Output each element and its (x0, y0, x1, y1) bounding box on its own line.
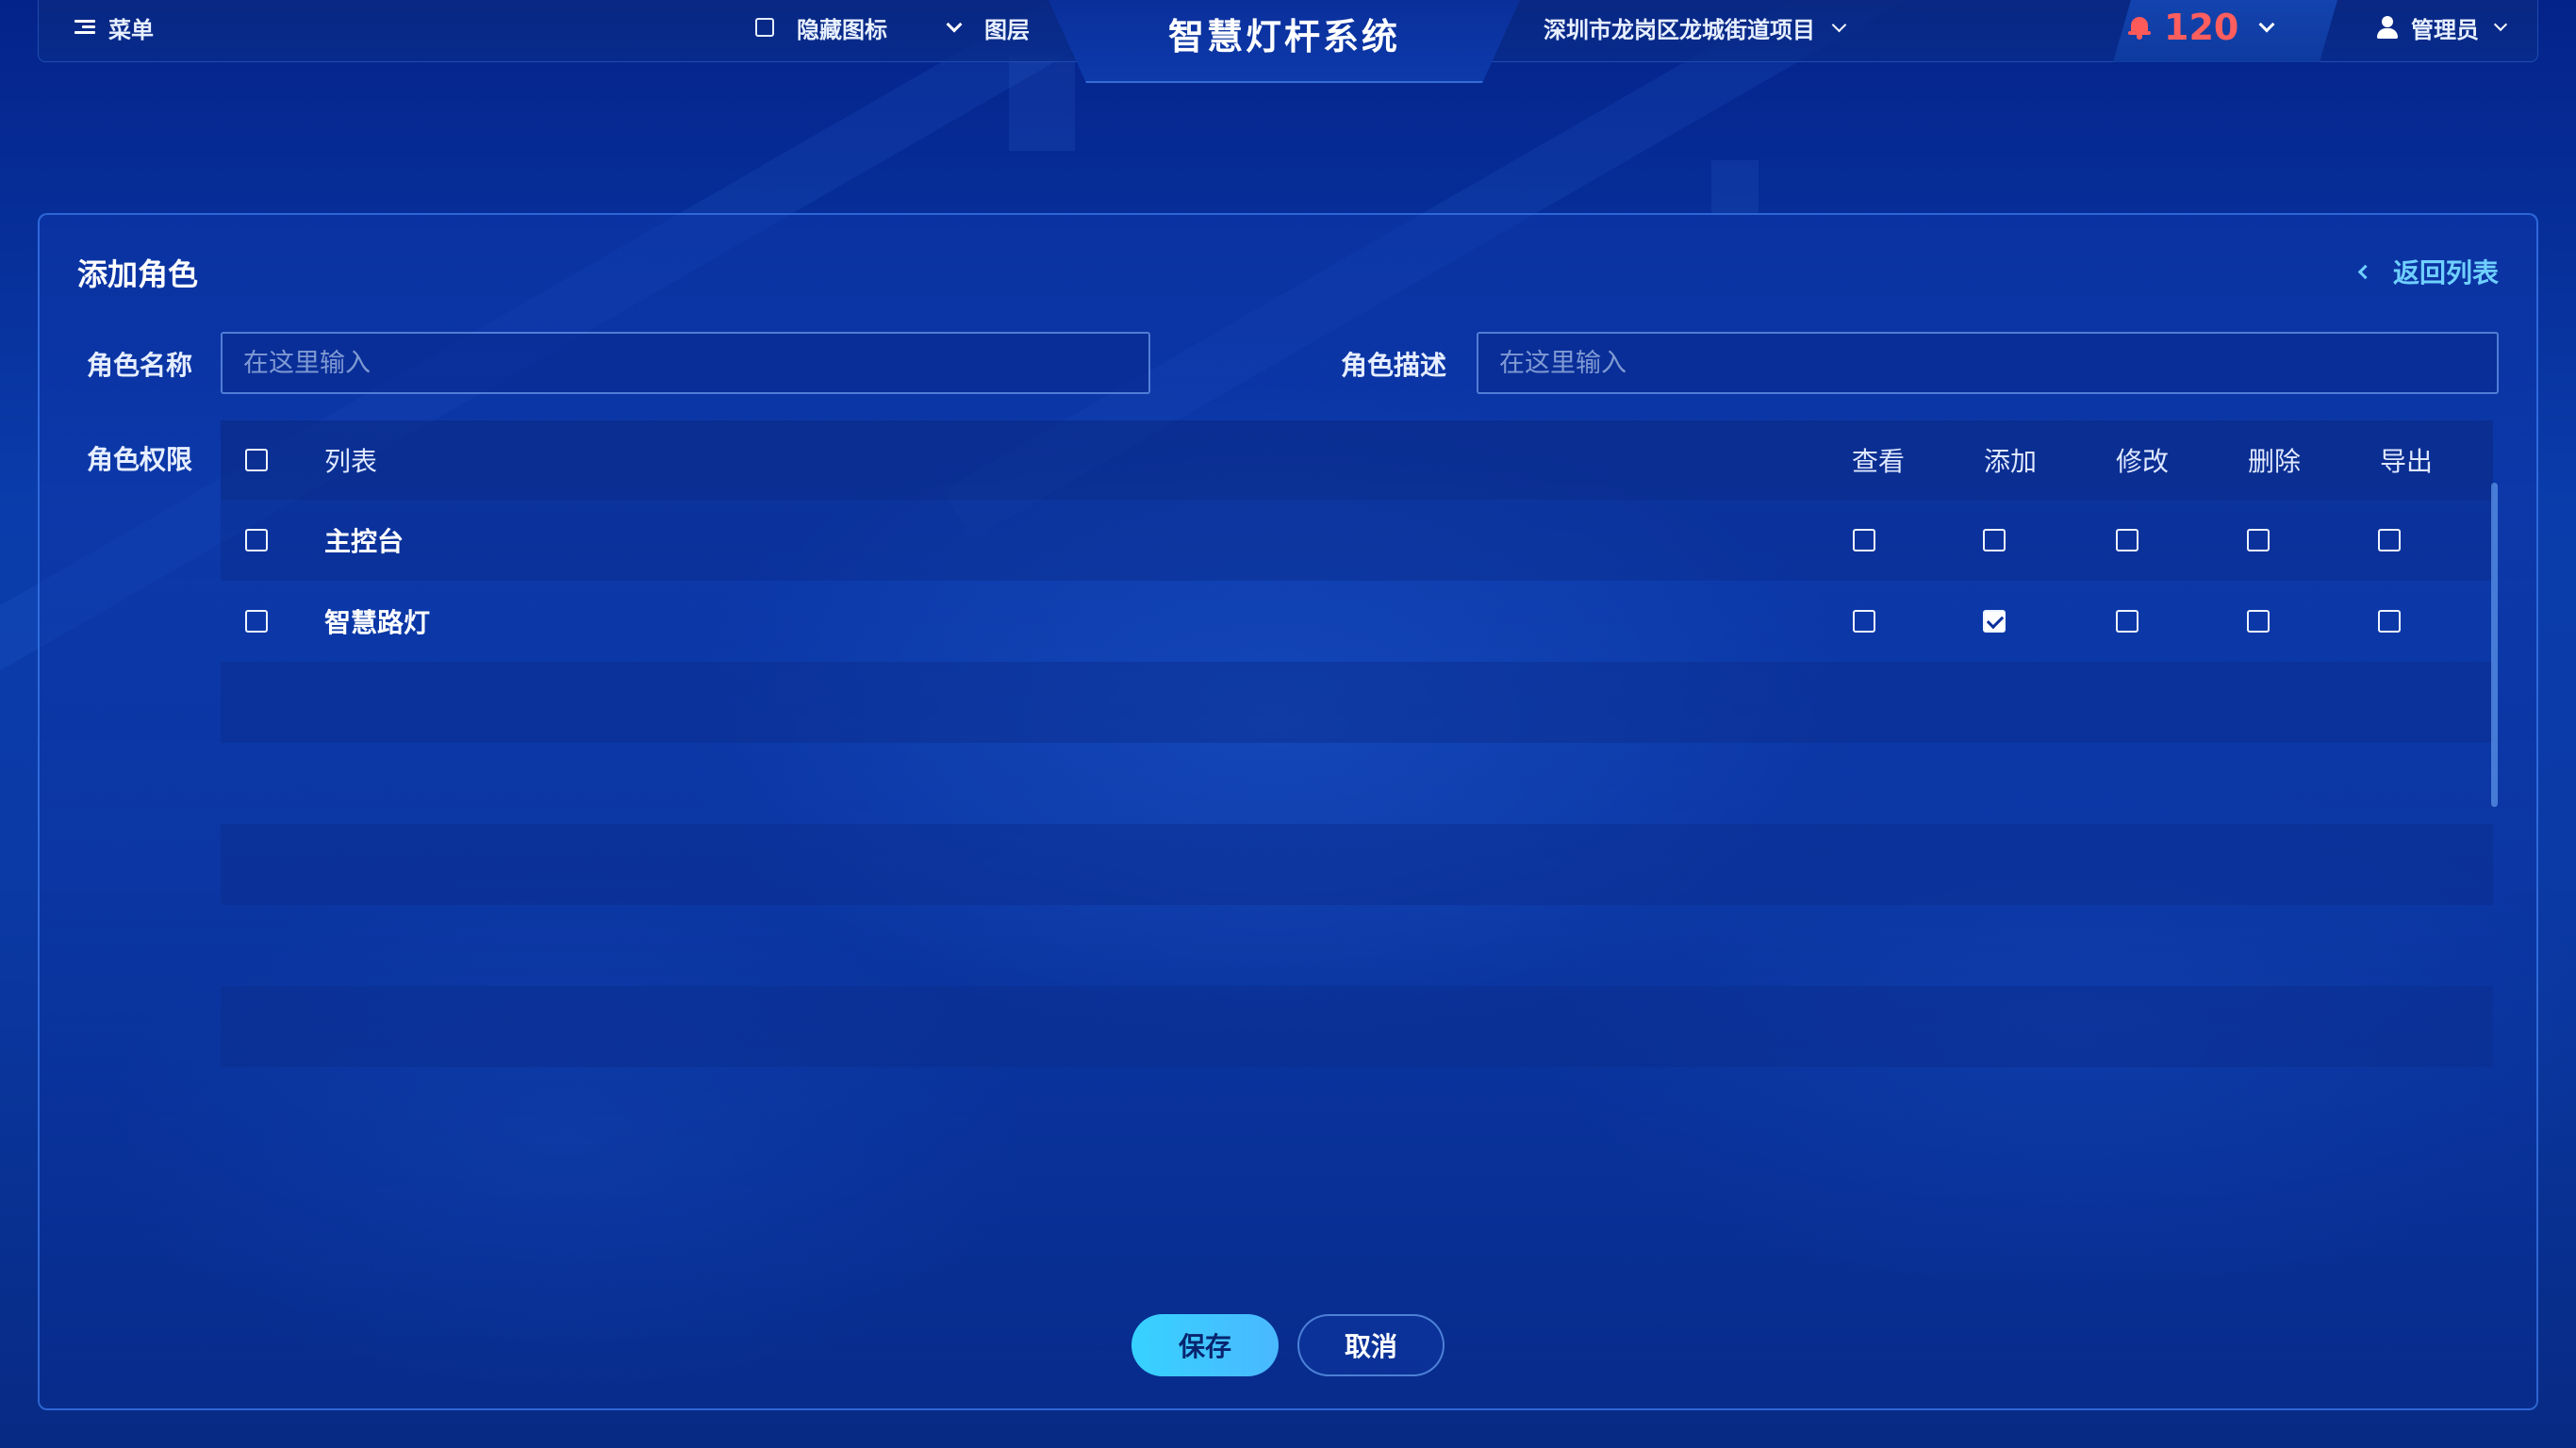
background-decoration (1009, 57, 1075, 151)
chevron-down-icon (946, 16, 963, 33)
table-row: 主控台 (221, 500, 2493, 581)
cancel-button[interactable]: 取消 (1297, 1314, 1445, 1376)
row-name: 智慧路灯 (324, 607, 431, 638)
chevron-down-icon (2258, 16, 2275, 33)
back-to-list-link[interactable]: 返回列表 (2357, 253, 2499, 290)
role-name-label: 角色名称 (87, 350, 193, 381)
bell-icon (2128, 15, 2151, 40)
project-selector[interactable]: 深圳市龙岗区龙城街道项目 (1544, 0, 1847, 55)
save-button[interactable]: 保存 (1131, 1314, 1279, 1376)
edit-checkbox[interactable] (2116, 529, 2138, 551)
page-title: 添加角色 (77, 256, 199, 292)
table-empty-row (221, 824, 2493, 905)
export-checkbox[interactable] (2378, 529, 2401, 551)
header-add: 添加 (1984, 446, 2038, 477)
menu-icon (74, 18, 95, 37)
row-select-checkbox[interactable] (245, 610, 268, 633)
header-list: 列表 (324, 446, 378, 477)
permissions-label: 角色权限 (87, 444, 193, 475)
row-name: 主控台 (324, 526, 405, 557)
user-name: 管理员 (2411, 16, 2479, 43)
view-checkbox[interactable] (1853, 610, 1875, 633)
add-checkbox[interactable] (1983, 529, 2006, 551)
hide-icons-toggle[interactable]: 隐藏图标 (755, 0, 887, 55)
delete-checkbox[interactable] (2247, 610, 2270, 633)
table-empty-row (221, 743, 2493, 824)
table-empty-row (221, 662, 2493, 743)
user-icon (2377, 16, 2398, 39)
table-scrollbar[interactable] (2491, 483, 2498, 807)
project-name: 深圳市龙岗区龙城街道项目 (1544, 16, 1815, 43)
role-name-input[interactable] (221, 332, 1150, 394)
layers-dropdown[interactable]: 图层 (946, 0, 1030, 55)
chevron-down-icon (1831, 17, 1847, 32)
header-edit: 修改 (2116, 446, 2170, 477)
checkbox-icon[interactable] (755, 18, 774, 37)
header-view: 查看 (1852, 446, 1906, 477)
role-desc-input[interactable] (1477, 332, 2499, 394)
view-checkbox[interactable] (1853, 529, 1875, 551)
delete-checkbox[interactable] (2247, 529, 2270, 551)
alerts-button[interactable]: 120 (2128, 0, 2275, 55)
row-select-checkbox[interactable] (245, 529, 268, 551)
table-empty-row (221, 986, 2493, 1067)
table-header-row: 列表 查看 添加 修改 删除 导出 (221, 420, 2493, 500)
edit-checkbox[interactable] (2116, 610, 2138, 633)
menu-button[interactable]: 菜单 (74, 0, 154, 55)
add-checkbox[interactable] (1983, 610, 2006, 633)
add-role-panel: 添加角色 返回列表 角色名称 角色描述 角色权限 列表 查看 添加 修改 删除 … (38, 213, 2538, 1410)
menu-label: 菜单 (108, 16, 154, 43)
hide-icons-label: 隐藏图标 (797, 16, 887, 43)
table-empty-row (221, 905, 2493, 986)
header-export: 导出 (2380, 446, 2434, 477)
table-row: 智慧路灯 (221, 581, 2493, 662)
layers-label: 图层 (984, 16, 1030, 43)
role-desc-label: 角色描述 (1341, 350, 1447, 381)
export-checkbox[interactable] (2378, 610, 2401, 633)
alert-count: 120 (2164, 7, 2239, 48)
select-all-checkbox[interactable] (245, 449, 268, 471)
permissions-table: 列表 查看 添加 修改 删除 导出 主控台 智慧路灯 (221, 420, 2493, 1067)
chevron-left-icon (2357, 264, 2373, 279)
header-delete: 删除 (2248, 446, 2302, 477)
background-decoration (1711, 160, 1759, 213)
system-title-tab: 智慧灯杆系统 (1049, 0, 1520, 83)
system-title: 智慧灯杆系统 (1167, 15, 1400, 58)
chevron-down-icon (2493, 17, 2508, 32)
user-menu[interactable]: 管理员 (2377, 0, 2508, 55)
back-to-list-label: 返回列表 (2392, 257, 2499, 288)
